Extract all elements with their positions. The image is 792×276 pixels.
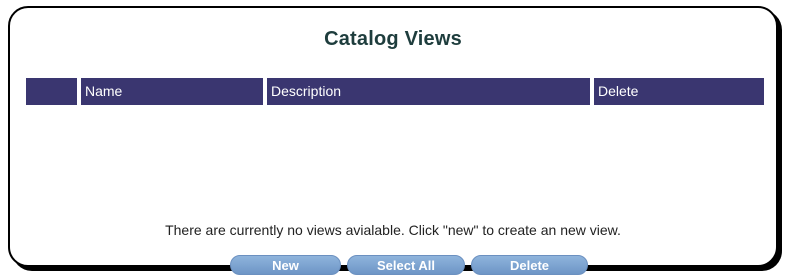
column-header-description[interactable]: Description [267,78,590,105]
column-header-delete[interactable]: Delete [594,78,764,105]
catalog-views-panel: Catalog Views Name Description Delete Th… [8,6,778,267]
page-title: Catalog Views [324,28,462,50]
select-all-button[interactable]: Select All [347,255,465,275]
table-header: Name Description Delete [26,78,764,105]
new-button[interactable]: New [230,255,341,275]
empty-state-message: There are currently no views avialable. … [165,222,621,238]
column-header-select[interactable] [26,78,77,105]
delete-button[interactable]: Delete [471,255,588,275]
action-buttons: New Select All Delete [230,255,588,275]
column-header-name[interactable]: Name [81,78,263,105]
